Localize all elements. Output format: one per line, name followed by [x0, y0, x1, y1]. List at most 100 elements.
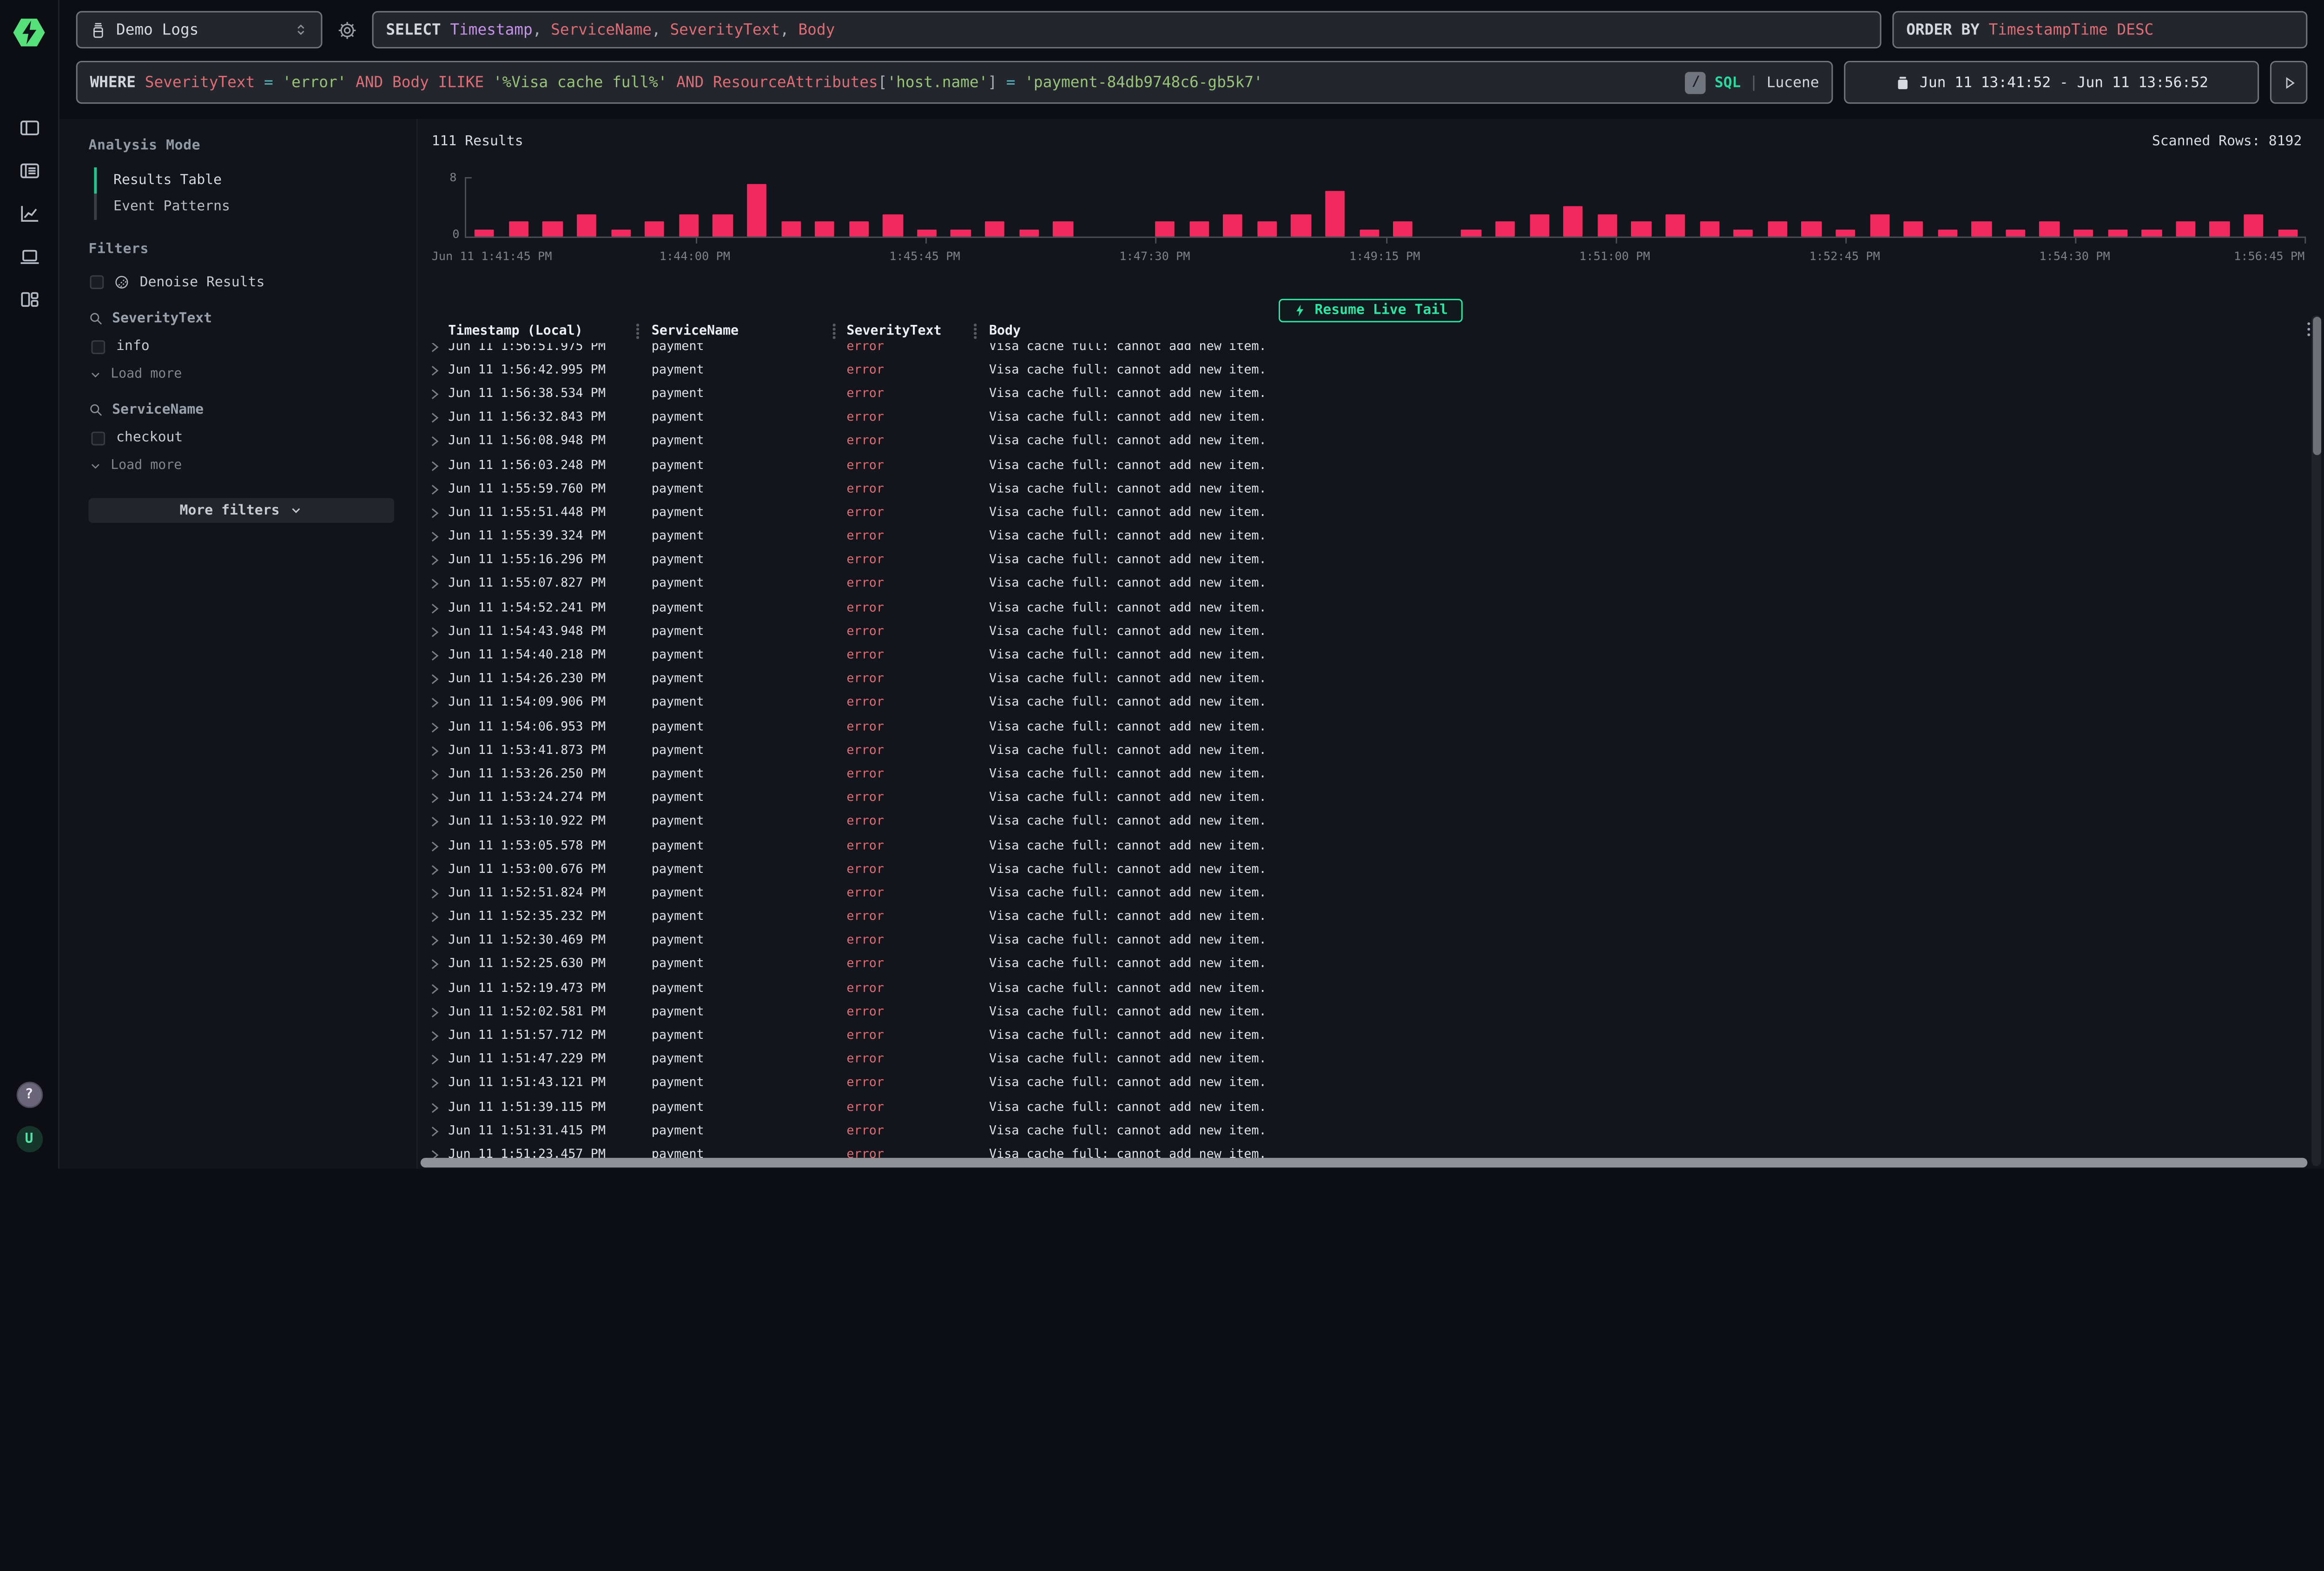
- resume-live-tail-button[interactable]: Resume Live Tail: [1279, 299, 1463, 323]
- histogram-bar[interactable]: [2067, 177, 2100, 237]
- row-expand-chevron-icon[interactable]: [430, 1077, 440, 1091]
- vertical-scrollbar-thumb[interactable]: [2312, 317, 2321, 455]
- histogram-bar[interactable]: [1658, 177, 1692, 237]
- table-row[interactable]: Jun 11 1:52:51.824 PMpaymenterrorVisa ca…: [418, 882, 2324, 905]
- row-expand-chevron-icon[interactable]: [430, 387, 440, 401]
- table-row[interactable]: Jun 11 1:55:16.296 PMpaymenterrorVisa ca…: [418, 549, 2324, 573]
- more-filters-button[interactable]: More filters: [88, 498, 394, 523]
- histogram-bar[interactable]: [1488, 177, 1522, 237]
- help-button[interactable]: ?: [16, 1082, 42, 1108]
- row-expand-chevron-icon[interactable]: [430, 482, 440, 496]
- histogram-bar[interactable]: [876, 177, 910, 237]
- histogram-bar[interactable]: [1318, 177, 1352, 237]
- denoise-results-row[interactable]: Denoise Results: [90, 274, 394, 290]
- histogram-bar[interactable]: [570, 177, 604, 237]
- row-expand-chevron-icon[interactable]: [430, 459, 440, 473]
- chart-explorer-icon[interactable]: [19, 204, 40, 224]
- histogram-bar[interactable]: [468, 177, 502, 237]
- user-avatar[interactable]: U: [16, 1126, 42, 1153]
- histogram-bar[interactable]: [638, 177, 672, 237]
- row-expand-chevron-icon[interactable]: [430, 792, 440, 805]
- row-expand-chevron-icon[interactable]: [430, 768, 440, 782]
- histogram-bar[interactable]: [1556, 177, 1590, 237]
- vertical-scrollbar[interactable]: [2311, 316, 2321, 1166]
- histogram-bar[interactable]: [2033, 177, 2067, 237]
- histogram-bar[interactable]: [2271, 177, 2304, 237]
- histogram-bar[interactable]: [604, 177, 638, 237]
- histogram-bar[interactable]: [535, 177, 569, 237]
- histogram-bar[interactable]: [2203, 177, 2237, 237]
- histogram-bar[interactable]: [1080, 177, 1114, 237]
- row-expand-chevron-icon[interactable]: [430, 554, 440, 568]
- row-expand-chevron-icon[interactable]: [430, 673, 440, 686]
- histogram-bar[interactable]: [502, 177, 535, 237]
- table-row[interactable]: Jun 11 1:56:38.534 PMpaymenterrorVisa ca…: [418, 383, 2324, 406]
- services-laptop-icon[interactable]: [19, 246, 40, 267]
- row-expand-chevron-icon[interactable]: [430, 744, 440, 758]
- row-expand-chevron-icon[interactable]: [430, 506, 440, 520]
- histogram-bar[interactable]: [944, 177, 978, 237]
- histogram-bar[interactable]: [672, 177, 706, 237]
- histogram-bar[interactable]: [1250, 177, 1284, 237]
- histogram-bar[interactable]: [2169, 177, 2203, 237]
- histogram-bar[interactable]: [1965, 177, 1999, 237]
- load-more-severitytext[interactable]: Load more: [88, 367, 394, 382]
- histogram-bar[interactable]: [1522, 177, 1556, 237]
- denoise-checkbox[interactable]: [90, 275, 104, 289]
- histogram-bar[interactable]: [1454, 177, 1488, 237]
- table-options-kebab-icon[interactable]: [2307, 322, 2310, 336]
- row-expand-chevron-icon[interactable]: [430, 530, 440, 544]
- facet-option-info[interactable]: info: [91, 339, 394, 354]
- table-row[interactable]: Jun 11 1:54:52.241 PMpaymenterrorVisa ca…: [418, 596, 2324, 620]
- mode-event-patterns[interactable]: Event Patterns: [94, 194, 394, 220]
- table-row[interactable]: Jun 11 1:54:40.218 PMpaymenterrorVisa ca…: [418, 644, 2324, 667]
- sql-mode-button[interactable]: SQL: [1715, 74, 1741, 91]
- row-expand-chevron-icon[interactable]: [430, 958, 440, 972]
- app-logo-icon[interactable]: [13, 18, 46, 46]
- horizontal-scrollbar[interactable]: [421, 1158, 2308, 1168]
- histogram-bar[interactable]: [1148, 177, 1182, 237]
- table-row[interactable]: Jun 11 1:52:02.581 PMpaymenterrorVisa ca…: [418, 1001, 2324, 1024]
- histogram-bar[interactable]: [1760, 177, 1794, 237]
- table-row[interactable]: Jun 11 1:53:10.922 PMpaymenterrorVisa ca…: [418, 810, 2324, 834]
- table-row[interactable]: Jun 11 1:52:25.630 PMpaymenterrorVisa ca…: [418, 953, 2324, 977]
- row-expand-chevron-icon[interactable]: [430, 435, 440, 449]
- row-expand-chevron-icon[interactable]: [430, 649, 440, 663]
- table-row[interactable]: Jun 11 1:52:35.232 PMpaymenterrorVisa ca…: [418, 905, 2324, 929]
- row-expand-chevron-icon[interactable]: [430, 982, 440, 996]
- histogram-bar[interactable]: [1829, 177, 1862, 237]
- histogram-bar[interactable]: [1182, 177, 1216, 237]
- row-expand-chevron-icon[interactable]: [430, 1053, 440, 1067]
- histogram-bar[interactable]: [1590, 177, 1624, 237]
- row-expand-chevron-icon[interactable]: [430, 863, 440, 877]
- table-row[interactable]: Jun 11 1:55:51.448 PMpaymenterrorVisa ca…: [418, 501, 2324, 525]
- histogram-bar[interactable]: [2237, 177, 2271, 237]
- table-row[interactable]: Jun 11 1:54:26.230 PMpaymenterrorVisa ca…: [418, 667, 2324, 691]
- row-expand-chevron-icon[interactable]: [430, 601, 440, 615]
- histogram-bar[interactable]: [2135, 177, 2169, 237]
- table-row[interactable]: Jun 11 1:53:24.274 PMpaymenterrorVisa ca…: [418, 786, 2324, 810]
- facet-option-checkout[interactable]: checkout: [91, 430, 394, 446]
- lucene-mode-button[interactable]: Lucene: [1767, 74, 1819, 91]
- column-header-timestamp[interactable]: Timestamp (Local): [448, 323, 582, 339]
- order-by-input[interactable]: ORDER BY TimestampTime DESC: [1892, 11, 2307, 48]
- column-header-severitytext[interactable]: SeverityText: [846, 323, 941, 339]
- histogram-bar[interactable]: [1692, 177, 1726, 237]
- table-row[interactable]: Jun 11 1:52:19.473 PMpaymenterrorVisa ca…: [418, 977, 2324, 1000]
- row-expand-chevron-icon[interactable]: [430, 815, 440, 829]
- row-expand-chevron-icon[interactable]: [430, 625, 440, 639]
- histogram-bar[interactable]: [842, 177, 876, 237]
- row-expand-chevron-icon[interactable]: [430, 934, 440, 948]
- row-expand-chevron-icon[interactable]: [430, 720, 440, 734]
- row-expand-chevron-icon[interactable]: [430, 363, 440, 377]
- table-row[interactable]: Jun 11 1:51:57.712 PMpaymenterrorVisa ca…: [418, 1024, 2324, 1048]
- histogram-bar[interactable]: [1999, 177, 2033, 237]
- load-more-servicename[interactable]: Load more: [88, 458, 394, 473]
- histogram-bar[interactable]: [1896, 177, 1930, 237]
- row-expand-chevron-icon[interactable]: [430, 1101, 440, 1115]
- mode-results-table[interactable]: Results Table: [94, 167, 394, 194]
- table-row[interactable]: Jun 11 1:55:07.827 PMpaymenterrorVisa ca…: [418, 573, 2324, 596]
- histogram-bar[interactable]: [1420, 177, 1454, 237]
- histogram-bar[interactable]: [1046, 177, 1080, 237]
- table-row[interactable]: Jun 11 1:53:41.873 PMpaymenterrorVisa ca…: [418, 739, 2324, 763]
